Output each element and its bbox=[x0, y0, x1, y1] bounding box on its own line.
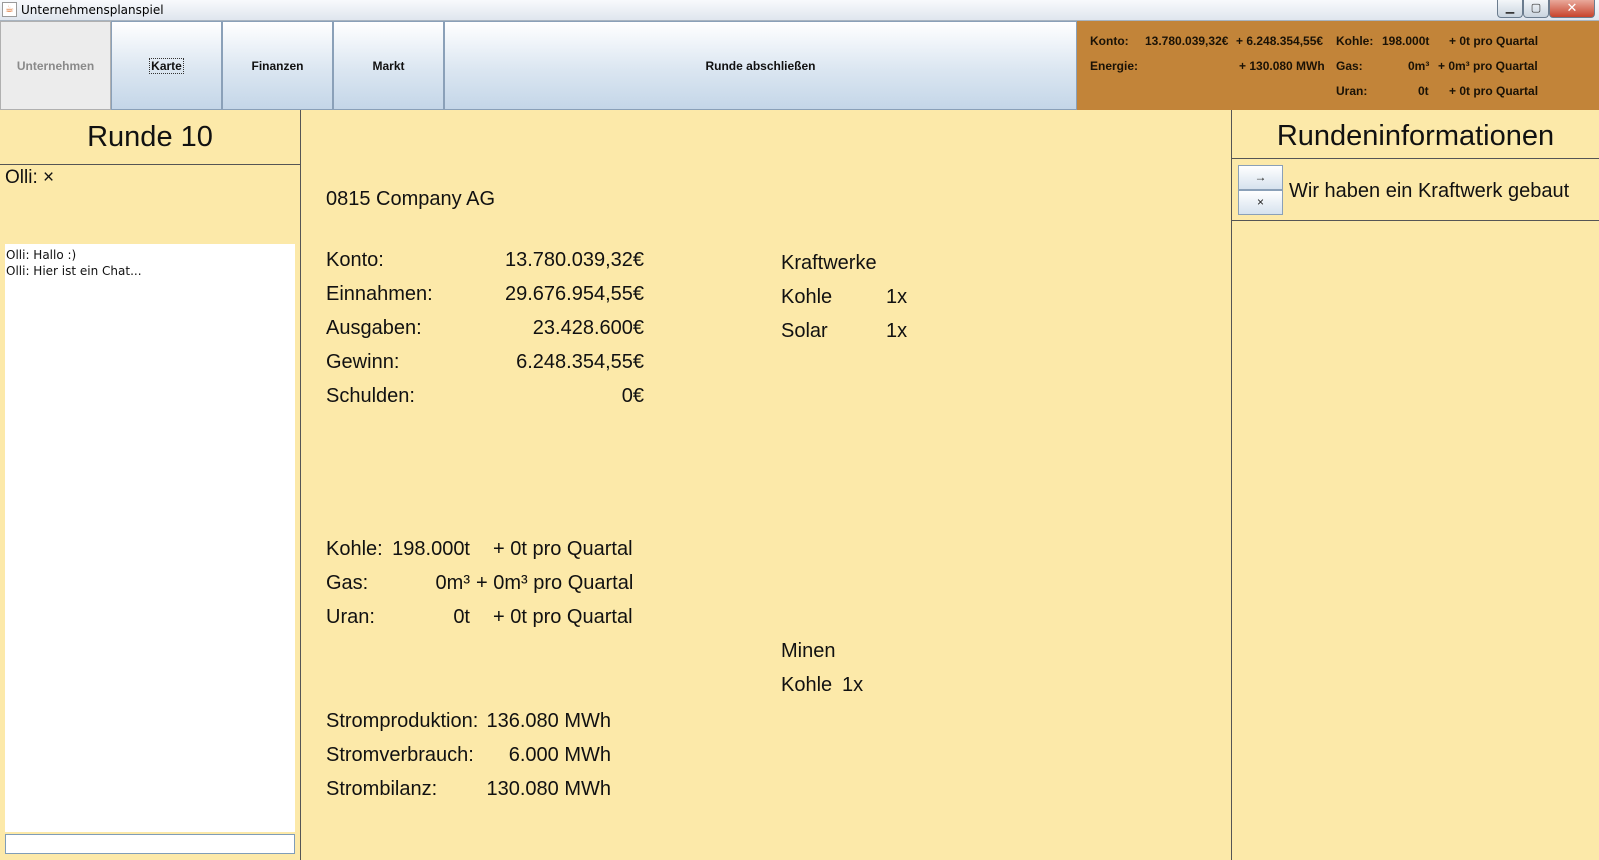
toolbar: Unternehmen Karte Finanzen Markt Runde a… bbox=[0, 21, 1599, 110]
power-label-verbrauch: Stromverbrauch: bbox=[326, 744, 474, 766]
chat-log[interactable]: Olli: Hallo :) Olli: Hier ist ein Chat..… bbox=[5, 244, 295, 832]
status-kohle-value: 198.000t bbox=[1382, 34, 1430, 48]
resource-label-kohle: Kohle: bbox=[326, 538, 383, 560]
resource-value-uran: 0t bbox=[453, 606, 470, 628]
resource-label-gas: Gas: bbox=[326, 572, 369, 594]
chat-message: Olli: Hallo :) bbox=[6, 248, 77, 262]
tab-unternehmen[interactable]: Unternehmen bbox=[0, 21, 111, 110]
end-round-button[interactable]: Runde abschließen bbox=[444, 21, 1077, 110]
open-info-button[interactable]: → bbox=[1238, 165, 1283, 190]
power-label-produktion: Stromproduktion: bbox=[326, 710, 479, 732]
mine-name: Kohle bbox=[781, 674, 833, 696]
tab-finanzen[interactable]: Finanzen bbox=[222, 21, 333, 110]
company-overview: 0815 Company AG Konto: 13.780.039,32€ Ei… bbox=[301, 110, 1231, 860]
round-title: Runde 10 bbox=[0, 110, 300, 165]
finance-value-schulden: 0€ bbox=[621, 385, 644, 407]
status-konto-label: Konto: bbox=[1090, 34, 1129, 48]
power-value-produktion: 136.080 MWh bbox=[486, 710, 611, 732]
minimize-button[interactable]: ▁ bbox=[1497, 0, 1523, 18]
status-gas-label: Gas: bbox=[1336, 59, 1363, 73]
status-energie-delta: + 130.080 MWh bbox=[1239, 59, 1325, 73]
resource-label-uran: Uran: bbox=[326, 606, 375, 628]
status-uran-value: 0t bbox=[1418, 84, 1429, 98]
left-panel: Runde 10 Olli: × Olli: Hallo :) Olli: Hi… bbox=[0, 110, 301, 860]
finance-value-einnahmen: 29.676.954,55€ bbox=[504, 283, 644, 305]
status-uran-rate: + 0t pro Quartal bbox=[1449, 84, 1539, 98]
resource-rate-uran: + 0t pro Quartal bbox=[493, 606, 633, 628]
player-entry: Olli: × bbox=[5, 167, 55, 188]
resource-rate-gas: + 0m³ pro Quartal bbox=[476, 572, 634, 594]
dismiss-info-button[interactable]: × bbox=[1238, 190, 1283, 215]
close-button[interactable]: ✕ bbox=[1549, 0, 1595, 18]
status-kohle-label: Kohle: bbox=[1336, 34, 1374, 48]
power-label-bilanz: Strombilanz: bbox=[326, 778, 438, 800]
finance-label-schulden: Schulden: bbox=[326, 385, 415, 407]
plants-title: Kraftwerke bbox=[781, 252, 877, 274]
java-app-icon: ☕ bbox=[2, 2, 17, 17]
tab-karte[interactable]: Karte bbox=[111, 21, 222, 110]
chat-message: Olli: Hier ist ein Chat... bbox=[6, 264, 142, 278]
status-gas-value: 0m³ bbox=[1408, 59, 1430, 73]
status-uran-label: Uran: bbox=[1336, 84, 1368, 98]
plant-count: 1x bbox=[886, 286, 908, 308]
chat-input[interactable] bbox=[5, 834, 295, 854]
right-panel: Rundeninformationen → × Wir haben ein Kr… bbox=[1231, 110, 1599, 860]
finance-value-konto: 13.780.039,32€ bbox=[504, 249, 644, 271]
status-energie-label: Energie: bbox=[1090, 59, 1139, 73]
round-info-title: Rundeninformationen bbox=[1232, 110, 1599, 159]
status-konto-delta: + 6.248.354,55€ bbox=[1236, 34, 1324, 48]
finance-label-einnahmen: Einnahmen: bbox=[326, 283, 433, 305]
finance-label-konto: Konto: bbox=[326, 249, 384, 271]
resource-rate-kohle: + 0t pro Quartal bbox=[493, 538, 633, 560]
status-gas-rate: + 0m³ pro Quartal bbox=[1438, 59, 1538, 73]
resource-value-kohle: 198.000t bbox=[392, 538, 470, 560]
mine-count: 1x bbox=[842, 674, 864, 696]
status-kohle-rate: + 0t pro Quartal bbox=[1449, 34, 1539, 48]
maximize-button[interactable]: ▢ bbox=[1523, 0, 1549, 18]
status-panel: Konto: 13.780.039,32€ + 6.248.354,55€ En… bbox=[1077, 21, 1599, 110]
title-bar: ☕ Unternehmensplanspiel ▁ ▢ ✕ bbox=[0, 0, 1599, 21]
company-name: 0815 Company AG bbox=[326, 188, 495, 210]
plant-count: 1x bbox=[886, 320, 908, 342]
mines-title: Minen bbox=[781, 640, 836, 662]
finance-label-gewinn: Gewinn: bbox=[326, 351, 400, 373]
finance-value-gewinn: 6.248.354,55€ bbox=[516, 351, 644, 373]
finance-value-ausgaben: 23.428.600€ bbox=[532, 317, 644, 339]
power-value-bilanz: 130.080 MWh bbox=[486, 778, 611, 800]
status-konto-value: 13.780.039,32€ bbox=[1145, 34, 1229, 48]
plant-name: Solar bbox=[781, 320, 828, 342]
round-info-message: Wir haben ein Kraftwerk gebaut bbox=[1289, 180, 1570, 202]
plant-name: Kohle bbox=[781, 286, 833, 308]
window-title: Unternehmensplanspiel bbox=[21, 3, 164, 17]
power-value-verbrauch: 6.000 MWh bbox=[508, 744, 611, 766]
tab-karte-label: Karte bbox=[149, 57, 184, 74]
round-info-item: → × Wir haben ein Kraftwerk gebaut bbox=[1232, 159, 1599, 221]
finance-label-ausgaben: Ausgaben: bbox=[326, 317, 422, 339]
tab-markt[interactable]: Markt bbox=[333, 21, 444, 110]
resource-value-gas: 0m³ bbox=[435, 572, 470, 594]
